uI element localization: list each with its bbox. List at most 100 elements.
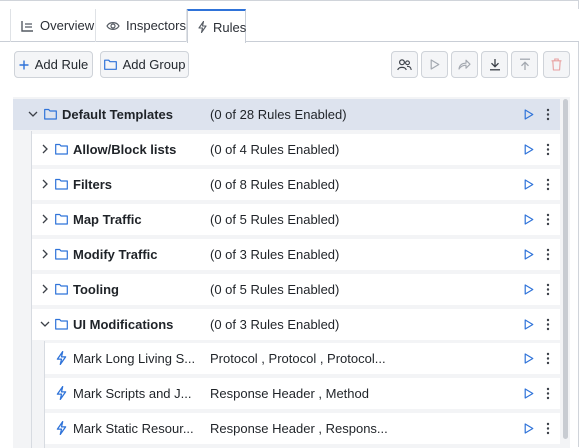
folder-icon (55, 318, 68, 330)
bolt-icon (198, 21, 207, 33)
tree-group-ui-modifications[interactable]: UI Modifications (0 of 3 Rules Enabled) (32, 309, 560, 340)
window-frame: Overview Inspectors Rules Add Rule Add G… (0, 0, 579, 448)
share-icon (458, 59, 471, 70)
chevron-right-icon[interactable] (39, 283, 51, 295)
group-name: Map Traffic (73, 212, 142, 227)
vertical-scrollbar[interactable] (561, 97, 570, 448)
rules-summary: (0 of 4 Rules Enabled) (210, 142, 340, 157)
table-icon (21, 20, 33, 32)
bolt-icon (56, 421, 67, 435)
more-options-icon[interactable] (546, 318, 550, 331)
play-icon[interactable] (524, 144, 534, 155)
group-name: UI Modifications (73, 317, 174, 332)
upload-icon (519, 58, 530, 70)
tab-label: Rules (213, 19, 247, 35)
folder-icon (55, 143, 68, 155)
chevron-right-icon[interactable] (39, 248, 51, 260)
bolt-icon (56, 351, 67, 365)
plus-icon (19, 60, 29, 69)
users-button[interactable] (391, 51, 418, 78)
rule-summary: Response Header , Respons... (210, 421, 388, 436)
play-icon[interactable] (524, 179, 534, 190)
toolbar: Add Rule Add Group (0, 43, 579, 93)
play-icon (430, 59, 439, 70)
group-name: Default Templates (62, 107, 174, 122)
play-icon[interactable] (524, 249, 534, 260)
play-icon[interactable] (524, 388, 534, 399)
more-options-icon[interactable] (546, 143, 550, 156)
add-rule-button[interactable]: Add Rule (14, 51, 93, 78)
folder-icon (103, 59, 117, 70)
tab-inspectors[interactable]: Inspectors (96, 9, 187, 42)
rule-name: Mark Long Living S... (73, 351, 196, 366)
tree-group-modify-traffic[interactable]: Modify Traffic (0 of 3 Rules Enabled) (32, 239, 560, 270)
users-icon (397, 58, 412, 70)
delete-button[interactable] (543, 51, 570, 78)
tab-overview[interactable]: Overview (10, 9, 96, 42)
tree-rule-mark-scripts[interactable]: Mark Scripts and J... Response Header , … (45, 378, 560, 409)
bolt-icon (56, 386, 67, 400)
folder-icon (55, 283, 68, 295)
rule-summary: Protocol , Protocol , Protocol... (210, 351, 386, 366)
rules-summary: (0 of 3 Rules Enabled) (210, 317, 340, 332)
share-button[interactable] (451, 51, 478, 78)
group-name: Allow/Block lists (73, 142, 177, 157)
rules-summary: (0 of 8 Rules Enabled) (210, 177, 340, 192)
tab-rules[interactable]: Rules (187, 9, 246, 43)
tab-label: Inspectors (126, 18, 186, 33)
tab-label: Overview (40, 18, 95, 33)
tree-group-filters[interactable]: Filters (0 of 8 Rules Enabled) (32, 169, 560, 200)
folder-icon (55, 248, 68, 260)
upload-button[interactable] (511, 51, 538, 78)
more-options-icon[interactable] (546, 178, 550, 191)
play-icon[interactable] (524, 319, 534, 330)
tree-rule-mark-static-resources[interactable]: Mark Static Resour... Response Header , … (45, 413, 560, 444)
rules-summary: (0 of 28 Rules Enabled) (210, 107, 347, 122)
group-name: Filters (73, 177, 113, 192)
play-icon[interactable] (524, 284, 534, 295)
folder-icon (55, 213, 68, 225)
more-options-icon[interactable] (546, 422, 550, 435)
chevron-right-icon[interactable] (39, 213, 51, 225)
more-options-icon[interactable] (546, 387, 550, 400)
chevron-right-icon[interactable] (39, 143, 51, 155)
group-name: Modify Traffic (73, 247, 158, 262)
play-icon[interactable] (524, 214, 534, 225)
rules-summary: (0 of 3 Rules Enabled) (210, 247, 340, 262)
more-options-icon[interactable] (546, 213, 550, 226)
tab-bar: Overview Inspectors Rules (0, 9, 579, 43)
tree-group-map-traffic[interactable]: Map Traffic (0 of 5 Rules Enabled) (32, 204, 560, 235)
folder-icon (44, 108, 57, 120)
run-button[interactable] (421, 51, 448, 78)
chevron-right-icon[interactable] (39, 178, 51, 190)
scrollbar-thumb[interactable] (563, 99, 568, 439)
add-rule-label: Add Rule (34, 57, 89, 72)
add-group-button[interactable]: Add Group (100, 51, 189, 78)
tree-group-allow-block-lists[interactable]: Allow/Block lists (0 of 4 Rules Enabled) (32, 134, 560, 165)
rules-summary: (0 of 5 Rules Enabled) (210, 282, 340, 297)
more-options-icon[interactable] (546, 248, 550, 261)
tree-group-tooling[interactable]: Tooling (0 of 5 Rules Enabled) (32, 274, 560, 305)
more-options-icon[interactable] (546, 283, 550, 296)
add-group-label: Add Group (122, 57, 186, 72)
tree-rule-mark-long-living[interactable]: Mark Long Living S... Protocol , Protoco… (45, 343, 560, 374)
download-button[interactable] (481, 51, 508, 78)
folder-icon (55, 178, 68, 190)
play-icon[interactable] (524, 109, 534, 120)
download-icon (489, 59, 500, 71)
rule-name: Mark Static Resour... (73, 421, 194, 436)
more-options-icon[interactable] (546, 108, 550, 121)
play-icon[interactable] (524, 353, 534, 364)
rules-tree: Default Templates (0 of 28 Rules Enabled… (13, 97, 570, 448)
rule-name: Mark Scripts and J... (73, 386, 192, 401)
chevron-down-icon[interactable] (39, 318, 51, 330)
chevron-down-icon[interactable] (27, 108, 39, 120)
eye-icon (106, 21, 120, 30)
trash-icon (551, 58, 562, 71)
group-name: Tooling (73, 282, 119, 297)
play-icon[interactable] (524, 423, 534, 434)
tree-group-default-templates[interactable]: Default Templates (0 of 28 Rules Enabled… (13, 99, 560, 130)
rules-summary: (0 of 5 Rules Enabled) (210, 212, 340, 227)
more-options-icon[interactable] (546, 352, 550, 365)
rule-summary: Response Header , Method (210, 386, 369, 401)
